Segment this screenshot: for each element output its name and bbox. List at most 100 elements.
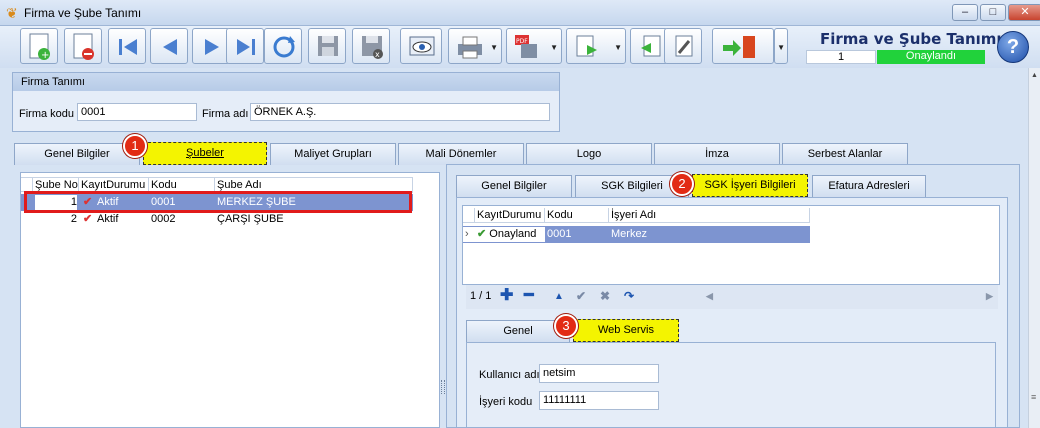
tab-logo[interactable]: Logo [526,143,652,165]
durum-text: Onayland [489,228,537,240]
export-button[interactable]: ▼ [566,28,626,64]
last-record-button[interactable] [226,28,264,64]
durum-cell: Aktif [97,213,119,225]
web-servis-panel: Kullanıcı adı netsim İşyeri kodu 1111111… [466,342,996,428]
grid-navigator: 1 / 1 ✚ ━ ▲ ✔ ✖ ↷ ◀ ▶ [466,285,998,309]
isyeri-kodu-label: İşyeri kodu [479,396,533,408]
dropdown-arrow-icon: ▼ [550,43,558,52]
isyeri-grid-header: KayıtDurumu Kodu İşyeri Adı [463,208,810,223]
scroll-left-icon[interactable]: ◀ [706,291,713,302]
scroll-up-icon[interactable]: ▲ [1031,72,1038,79]
row-pointer-icon: › [463,227,475,242]
cancel-icon[interactable]: ✖ [600,289,610,303]
firma-group: Firma Tanımı Firma kodu 0001 Firma adı Ö… [12,72,560,132]
close-button[interactable]: ✕ [1008,4,1040,21]
step-badge-1: 1 [123,134,147,158]
tab-sgk-isyeri-bilgileri[interactable]: SGK İşyeri Bilgileri [692,174,808,197]
col-kodu[interactable]: Kodu [545,208,609,223]
exit-dropdown-button[interactable]: ▼ [774,28,788,64]
isyeri-kodu-input[interactable]: 11111111 [539,391,659,410]
refresh-icon[interactable]: ↷ [624,289,634,303]
help-button[interactable]: ? [997,31,1029,63]
vertical-scrollbar[interactable]: ▲ ≡ [1028,68,1040,428]
delete-record-button[interactable] [64,28,102,64]
pdf-export-button[interactable]: PDF ▼ [506,28,562,64]
confirm-icon[interactable]: ✔ [576,289,586,303]
butterfly-icon: ❦ [6,5,18,21]
first-record-button[interactable] [108,28,146,64]
selected-row-highlight [24,191,412,213]
exit-button[interactable] [712,28,774,64]
firma-kod-input[interactable]: 0001 [77,103,197,121]
window-title: Firma ve Şube Tanımı [24,6,142,20]
first-icon [119,39,137,55]
tab-sube-genel-bilgiler[interactable]: Genel Bilgiler [456,175,572,197]
import-button[interactable] [630,28,668,64]
svg-text:PDF: PDF [516,38,528,45]
export-icon [576,35,597,57]
ad-cell: ÇARŞI ŞUBE [217,213,284,225]
dropdown-arrow-icon: ▼ [490,43,498,52]
durum-cell: ✔ Onayland [475,227,545,242]
wrench-icon [675,35,693,57]
isyeri-grid: KayıtDurumu Kodu İşyeri Adı › ✔ Onayland… [462,205,1000,285]
splitter-grip[interactable] [441,380,445,394]
form-title: Firma ve Şube Tanımı [820,30,1002,48]
tab-efatura-adresleri[interactable]: Efatura Adresleri [812,175,926,197]
remove-icon[interactable]: ━ [524,285,534,305]
add-icon[interactable]: ✚ [500,285,513,305]
dropdown-arrow-icon: ▼ [614,43,622,52]
col-kayit-durumu[interactable]: KayıtDurumu [475,208,545,223]
svg-text:+: + [41,50,49,61]
status-badge: Onaylandı [877,50,985,64]
new-record-button[interactable]: + [20,28,58,64]
checkmark-icon: ✔ [477,228,487,240]
scroll-right-icon[interactable]: ▶ [986,291,993,302]
last-icon [237,39,255,55]
tab-genel-bilgiler[interactable]: Genel Bilgiler [14,143,140,165]
col-isyeri-adi[interactable]: İşyeri Adı [609,208,810,223]
ad-cell: Merkez [611,228,648,240]
tab-subeler[interactable]: Şubeler [143,142,267,165]
table-row[interactable]: 2 ✔ Aktif 0002 ÇARŞI ŞUBE [21,212,413,228]
firma-ad-input[interactable]: ÖRNEK A.Ş. [250,103,550,121]
firma-ad-label: Firma adı [202,108,249,120]
checkmark-icon: ✔ [83,213,93,225]
delete-document-icon [73,33,94,60]
print-button[interactable]: ▼ [448,28,502,64]
refresh-icon [273,36,295,58]
import-icon [641,35,661,57]
maximize-button[interactable]: □ [980,4,1006,21]
sube-no-cell: 2 [70,213,77,225]
tab-web-servis[interactable]: Web Servis [573,319,679,342]
title-bar: ❦ Firma ve Şube Tanımı – □ ✕ [0,0,1040,26]
previous-record-button[interactable] [150,28,188,64]
move-up-icon[interactable]: ▲ [554,291,564,302]
table-row[interactable]: › ✔ Onayland 0001 Merkez [463,226,810,243]
printer-icon [458,36,482,59]
tools-button[interactable] [664,28,702,64]
next-record-button[interactable] [192,28,230,64]
refresh-button[interactable] [264,28,302,64]
cancel-save-icon: x [362,36,383,59]
previous-icon [163,39,177,55]
cancel-save-button[interactable]: x [352,28,390,64]
step-badge-3: 3 [554,314,578,338]
minimize-button[interactable]: – [952,4,978,21]
firma-group-title: Firma Tanımı [13,73,559,91]
row-indicator-header [463,208,475,223]
record-number: 1 [806,50,876,64]
preview-icon [409,36,435,56]
save-button[interactable] [308,28,346,64]
preview-button[interactable] [400,28,442,64]
save-icon [318,36,338,56]
tab-mali-donemler[interactable]: Mali Dönemler [398,143,524,165]
tab-imza[interactable]: İmza [654,143,780,165]
tab-serbest-alanlar[interactable]: Serbest Alanlar [782,143,908,165]
firma-kod-label: Firma kodu [19,108,75,120]
dropdown-arrow-icon: ▼ [777,43,785,52]
tab-maliyet-gruplari[interactable]: Maliyet Grupları [270,143,396,165]
svg-text:x: x [375,50,380,59]
kullanici-adi-input[interactable]: netsim [539,364,659,383]
pdf-save-icon: PDF [515,35,537,58]
